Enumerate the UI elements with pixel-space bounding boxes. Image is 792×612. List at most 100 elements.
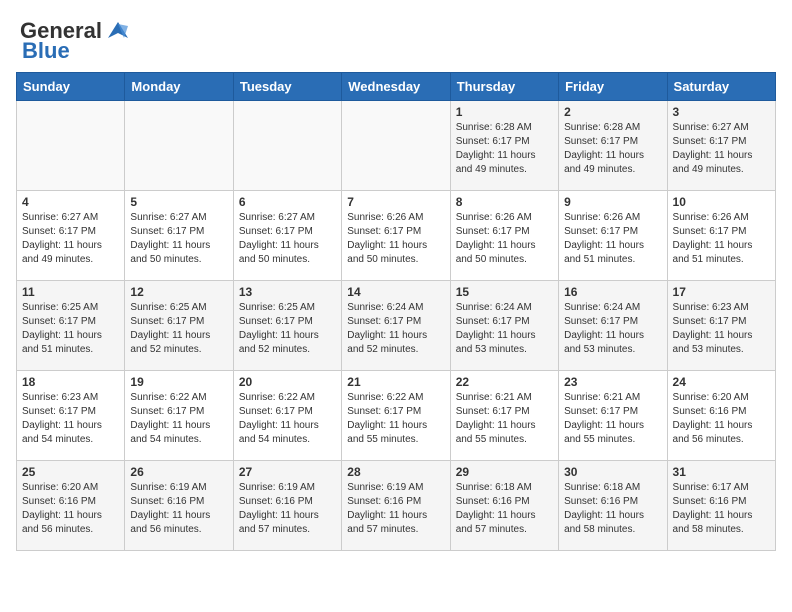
day-info: Sunrise: 6:22 AM Sunset: 6:17 PM Dayligh… (239, 391, 336, 447)
day-cell (17, 101, 125, 191)
day-cell: 30Sunrise: 6:18 AM Sunset: 6:16 PM Dayli… (559, 461, 667, 551)
logo-bird-icon (104, 20, 132, 42)
day-number: 23 (564, 375, 661, 389)
header-day-thursday: Thursday (450, 73, 558, 101)
calendar-body: 1 Sunrise: 6:28 AM Sunset: 6:17 PM Daylig… (17, 101, 776, 551)
day-number: 18 (22, 375, 119, 389)
header-row: SundayMondayTuesdayWednesdayThursdayFrid… (17, 73, 776, 101)
day-info: Sunrise: 6:19 AM Sunset: 6:16 PM Dayligh… (130, 481, 227, 537)
day-number: 5 (130, 195, 227, 209)
day-number: 25 (22, 465, 119, 479)
day-cell (342, 101, 450, 191)
calendar: SundayMondayTuesdayWednesdayThursdayFrid… (10, 72, 782, 551)
day-number: 30 (564, 465, 661, 479)
day-info: Sunrise: 6:21 AM Sunset: 6:17 PM Dayligh… (456, 391, 553, 447)
day-number: 16 (564, 285, 661, 299)
day-number: 31 (673, 465, 770, 479)
logo: General Blue (20, 18, 132, 64)
day-number: 29 (456, 465, 553, 479)
day-cell: 12 Sunrise: 6:25 AM Sunset: 6:17 PM Dayli… (125, 281, 233, 371)
day-info: Sunrise: 6:22 AM Sunset: 6:17 PM Dayligh… (130, 391, 227, 447)
day-number: 19 (130, 375, 227, 389)
day-info: Sunrise: 6:28 AM Sunset: 6:17 PM Dayligh… (456, 121, 553, 177)
day-cell: 23Sunrise: 6:21 AM Sunset: 6:17 PM Dayli… (559, 371, 667, 461)
day-cell: 18Sunrise: 6:23 AM Sunset: 6:17 PM Dayli… (17, 371, 125, 461)
day-number: 17 (673, 285, 770, 299)
day-number: 12 (130, 285, 227, 299)
week-row-3: 11Sunrise: 6:25 AM Sunset: 6:17 PM Dayli… (17, 281, 776, 371)
day-info: Sunrise: 6:20 AM Sunset: 6:16 PM Dayligh… (22, 481, 119, 537)
day-number: 6 (239, 195, 336, 209)
day-number: 27 (239, 465, 336, 479)
day-cell: 29 Sunrise: 6:18 AM Sunset: 6:16 PM Dayli… (450, 461, 558, 551)
day-number: 1 (456, 105, 553, 119)
day-cell: 2 Sunrise: 6:28 AM Sunset: 6:17 PM Daylig… (559, 101, 667, 191)
day-info: Sunrise: 6:20 AM Sunset: 6:16 PM Dayligh… (673, 391, 770, 447)
day-cell: 16 Sunrise: 6:24 AM Sunset: 6:17 PM Dayli… (559, 281, 667, 371)
day-number: 7 (347, 195, 444, 209)
day-info: Sunrise: 6:26 AM Sunset: 6:17 PM Dayligh… (347, 211, 444, 267)
day-cell: 4Sunrise: 6:27 AM Sunset: 6:17 PM Daylig… (17, 191, 125, 281)
day-info: Sunrise: 6:17 AM Sunset: 6:16 PM Dayligh… (673, 481, 770, 537)
header-day-wednesday: Wednesday (342, 73, 450, 101)
header-day-sunday: Sunday (17, 73, 125, 101)
day-cell: 7 Sunrise: 6:26 AM Sunset: 6:17 PM Daylig… (342, 191, 450, 281)
week-row-5: 25 Sunrise: 6:20 AM Sunset: 6:16 PM Dayli… (17, 461, 776, 551)
day-info: Sunrise: 6:18 AM Sunset: 6:16 PM Dayligh… (456, 481, 553, 537)
header-day-tuesday: Tuesday (233, 73, 341, 101)
day-cell: 15 Sunrise: 6:24 AM Sunset: 6:17 PM Dayli… (450, 281, 558, 371)
day-cell: 26Sunrise: 6:19 AM Sunset: 6:16 PM Dayli… (125, 461, 233, 551)
day-cell: 31 Sunrise: 6:17 AM Sunset: 6:16 PM Dayli… (667, 461, 775, 551)
day-number: 13 (239, 285, 336, 299)
day-cell: 19 Sunrise: 6:22 AM Sunset: 6:17 PM Dayli… (125, 371, 233, 461)
day-info: Sunrise: 6:26 AM Sunset: 6:17 PM Dayligh… (456, 211, 553, 267)
week-row-4: 18Sunrise: 6:23 AM Sunset: 6:17 PM Dayli… (17, 371, 776, 461)
day-number: 22 (456, 375, 553, 389)
header-day-friday: Friday (559, 73, 667, 101)
day-cell (125, 101, 233, 191)
day-number: 14 (347, 285, 444, 299)
header-day-saturday: Saturday (667, 73, 775, 101)
day-cell: 27 Sunrise: 6:19 AM Sunset: 6:16 PM Dayli… (233, 461, 341, 551)
day-info: Sunrise: 6:27 AM Sunset: 6:17 PM Dayligh… (239, 211, 336, 267)
day-number: 8 (456, 195, 553, 209)
week-row-1: 1 Sunrise: 6:28 AM Sunset: 6:17 PM Daylig… (17, 101, 776, 191)
day-cell: 6 Sunrise: 6:27 AM Sunset: 6:17 PM Daylig… (233, 191, 341, 281)
day-cell: 25 Sunrise: 6:20 AM Sunset: 6:16 PM Dayli… (17, 461, 125, 551)
day-cell: 11Sunrise: 6:25 AM Sunset: 6:17 PM Dayli… (17, 281, 125, 371)
day-info: Sunrise: 6:27 AM Sunset: 6:17 PM Dayligh… (130, 211, 227, 267)
day-info: Sunrise: 6:27 AM Sunset: 6:17 PM Dayligh… (22, 211, 119, 267)
day-info: Sunrise: 6:28 AM Sunset: 6:17 PM Dayligh… (564, 121, 661, 177)
day-number: 2 (564, 105, 661, 119)
day-number: 9 (564, 195, 661, 209)
day-number: 15 (456, 285, 553, 299)
week-row-2: 4Sunrise: 6:27 AM Sunset: 6:17 PM Daylig… (17, 191, 776, 281)
day-info: Sunrise: 6:26 AM Sunset: 6:17 PM Dayligh… (564, 211, 661, 267)
day-cell (233, 101, 341, 191)
day-info: Sunrise: 6:25 AM Sunset: 6:17 PM Dayligh… (22, 301, 119, 357)
day-number: 20 (239, 375, 336, 389)
day-cell: 8 Sunrise: 6:26 AM Sunset: 6:17 PM Daylig… (450, 191, 558, 281)
day-info: Sunrise: 6:24 AM Sunset: 6:17 PM Dayligh… (347, 301, 444, 357)
day-number: 21 (347, 375, 444, 389)
day-cell: 10 Sunrise: 6:26 AM Sunset: 6:17 PM Dayli… (667, 191, 775, 281)
day-cell: 5 Sunrise: 6:27 AM Sunset: 6:17 PM Daylig… (125, 191, 233, 281)
day-cell: 13 Sunrise: 6:25 AM Sunset: 6:17 PM Dayli… (233, 281, 341, 371)
day-number: 3 (673, 105, 770, 119)
day-info: Sunrise: 6:24 AM Sunset: 6:17 PM Dayligh… (564, 301, 661, 357)
day-info: Sunrise: 6:26 AM Sunset: 6:17 PM Dayligh… (673, 211, 770, 267)
day-cell: 17Sunrise: 6:23 AM Sunset: 6:17 PM Dayli… (667, 281, 775, 371)
day-info: Sunrise: 6:24 AM Sunset: 6:17 PM Dayligh… (456, 301, 553, 357)
day-cell: 28Sunrise: 6:19 AM Sunset: 6:16 PM Dayli… (342, 461, 450, 551)
day-cell: 3Sunrise: 6:27 AM Sunset: 6:17 PM Daylig… (667, 101, 775, 191)
day-info: Sunrise: 6:19 AM Sunset: 6:16 PM Dayligh… (239, 481, 336, 537)
day-number: 28 (347, 465, 444, 479)
day-info: Sunrise: 6:25 AM Sunset: 6:17 PM Dayligh… (239, 301, 336, 357)
day-number: 10 (673, 195, 770, 209)
day-info: Sunrise: 6:22 AM Sunset: 6:17 PM Dayligh… (347, 391, 444, 447)
day-cell: 20 Sunrise: 6:22 AM Sunset: 6:17 PM Dayli… (233, 371, 341, 461)
day-cell: 1 Sunrise: 6:28 AM Sunset: 6:17 PM Daylig… (450, 101, 558, 191)
day-info: Sunrise: 6:25 AM Sunset: 6:17 PM Dayligh… (130, 301, 227, 357)
header-day-monday: Monday (125, 73, 233, 101)
day-cell: 24Sunrise: 6:20 AM Sunset: 6:16 PM Dayli… (667, 371, 775, 461)
